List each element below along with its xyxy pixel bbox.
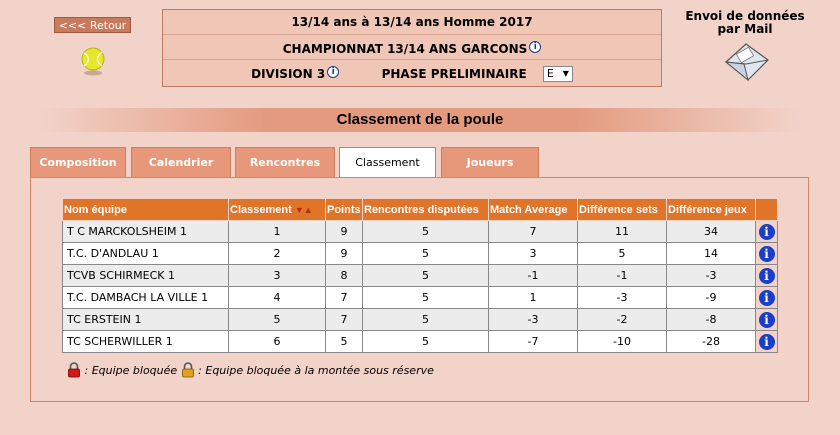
sets-cell: -2: [577, 308, 667, 331]
legend-blocked-reserve: : Equipe bloquée à la montée sous réserv…: [198, 364, 434, 377]
tennis-ball-icon: [81, 47, 105, 76]
tab-joueurs[interactable]: Joueurs: [441, 147, 539, 177]
rank-cell: 5: [228, 308, 326, 331]
sort-icon[interactable]: ▼▲: [295, 205, 313, 215]
competition-info: 13/14 ans à 13/14 ans Homme 2017 CHAMPIO…: [162, 9, 662, 87]
tab-rencontres[interactable]: Rencontres: [235, 147, 335, 177]
points-cell: 7: [325, 286, 363, 309]
tab-calendrier[interactable]: Calendrier: [131, 147, 231, 177]
col-game-diff[interactable]: Différence jeux: [666, 198, 756, 221]
info-cell: i: [755, 220, 778, 243]
table-row: TC ERSTEIN 1 5 7 5 -3 -2 -8 i: [62, 308, 778, 331]
tab-composition[interactable]: Composition: [30, 147, 126, 177]
matches-cell: 5: [362, 286, 489, 309]
info-icon[interactable]: i: [758, 333, 775, 350]
games-cell: 34: [666, 220, 756, 243]
matches-cell: 5: [362, 330, 489, 353]
sets-cell: 11: [577, 220, 667, 243]
mail-envelope-icon[interactable]: [722, 40, 772, 84]
section-title: Classement de la poule: [40, 108, 800, 132]
info-cell: i: [755, 286, 778, 309]
table-row: T C MARCKOLSHEIM 1 1 9 5 7 11 34 i: [62, 220, 778, 243]
col-team[interactable]: Nom équipe: [62, 198, 229, 221]
matches-cell: 5: [362, 308, 489, 331]
points-cell: 9: [325, 242, 363, 265]
rank-cell: 4: [228, 286, 326, 309]
info-cell: i: [755, 308, 778, 331]
rank-cell: 6: [228, 330, 326, 353]
championship-line: CHAMPIONNAT 13/14 ANS GARCONS i: [163, 35, 661, 60]
info-cell: i: [755, 242, 778, 265]
average-cell: -1: [488, 264, 578, 287]
mail-label: Envoi de données par Mail: [685, 9, 805, 36]
team-name: T C MARCKOLSHEIM 1: [62, 220, 229, 243]
col-matches[interactable]: Rencontres disputées: [362, 198, 489, 221]
rank-cell: 3: [228, 264, 326, 287]
table-row: T.C. DAMBACH LA VILLE 1 4 7 5 1 -3 -9 i: [62, 286, 778, 309]
tab-classement[interactable]: Classement: [339, 147, 436, 178]
sets-cell: -10: [577, 330, 667, 353]
legend-blocked: : Equipe bloquée: [84, 364, 178, 377]
category-line: 13/14 ans à 13/14 ans Homme 2017: [163, 10, 661, 35]
table-row: T.C. D'ANDLAU 1 2 9 5 3 5 14 i: [62, 242, 778, 265]
points-cell: 5: [325, 330, 363, 353]
average-cell: -7: [488, 330, 578, 353]
col-info: [755, 198, 778, 221]
info-icon[interactable]: i: [758, 223, 775, 240]
team-name: TC ERSTEIN 1: [62, 308, 229, 331]
col-points[interactable]: Points: [325, 198, 363, 221]
games-cell: -28: [666, 330, 756, 353]
table-row: TCVB SCHIRMECK 1 3 8 5 -1 -1 -3 i: [62, 264, 778, 287]
ranking-table: Nom équipe Nom équipeClassement ▼▲ Point…: [62, 198, 778, 353]
points-cell: 7: [325, 308, 363, 331]
games-cell: 14: [666, 242, 756, 265]
division-name: DIVISION 3: [251, 67, 326, 81]
average-cell: 7: [488, 220, 578, 243]
points-cell: 8: [325, 264, 363, 287]
division-line: DIVISION 3i PHASE PRELIMINAIRE E ▼: [163, 60, 661, 88]
col-match-average[interactable]: Match Average: [488, 198, 578, 221]
sets-cell: 5: [577, 242, 667, 265]
info-icon[interactable]: i: [758, 267, 775, 284]
back-button[interactable]: <<< Retour: [54, 17, 131, 33]
championship-name: CHAMPIONNAT 13/14 ANS GARCONS: [282, 42, 528, 56]
average-cell: -3: [488, 308, 578, 331]
games-cell: -9: [666, 286, 756, 309]
games-cell: -8: [666, 308, 756, 331]
team-name: T.C. DAMBACH LA VILLE 1: [62, 286, 229, 309]
info-cell: i: [755, 264, 778, 287]
orange-lock-icon: [181, 362, 194, 378]
team-name: TC SCHERWILLER 1: [62, 330, 229, 353]
col-rank[interactable]: Nom équipeClassement ▼▲: [228, 198, 326, 221]
sets-cell: -1: [577, 264, 667, 287]
info-icon[interactable]: i: [529, 41, 542, 53]
matches-cell: 5: [362, 264, 489, 287]
points-cell: 9: [325, 220, 363, 243]
red-lock-icon: [68, 362, 80, 378]
rank-cell: 1: [228, 220, 326, 243]
table-row: TC SCHERWILLER 1 6 5 5 -7 -10 -28 i: [62, 330, 778, 353]
average-cell: 3: [488, 242, 578, 265]
col-set-diff[interactable]: Différence sets: [577, 198, 667, 221]
legend: : Equipe bloquée : Equipe bloquée à la m…: [67, 362, 434, 379]
info-cell: i: [755, 330, 778, 353]
average-cell: 1: [488, 286, 578, 309]
phase-name: PHASE PRELIMINAIRE: [381, 67, 527, 81]
chevron-down-icon: ▼: [562, 69, 569, 78]
info-icon[interactable]: i: [327, 66, 340, 78]
matches-cell: 5: [362, 242, 489, 265]
info-icon[interactable]: i: [758, 289, 775, 306]
rank-cell: 2: [228, 242, 326, 265]
matches-cell: 5: [362, 220, 489, 243]
sets-cell: -3: [577, 286, 667, 309]
team-name: TCVB SCHIRMECK 1: [62, 264, 229, 287]
info-icon[interactable]: i: [758, 311, 775, 328]
ranking-panel: Nom équipe Nom équipeClassement ▼▲ Point…: [30, 177, 809, 402]
team-name: T.C. D'ANDLAU 1: [62, 242, 229, 265]
info-icon[interactable]: i: [758, 245, 775, 262]
poule-select[interactable]: E ▼: [542, 66, 573, 82]
games-cell: -3: [666, 264, 756, 287]
